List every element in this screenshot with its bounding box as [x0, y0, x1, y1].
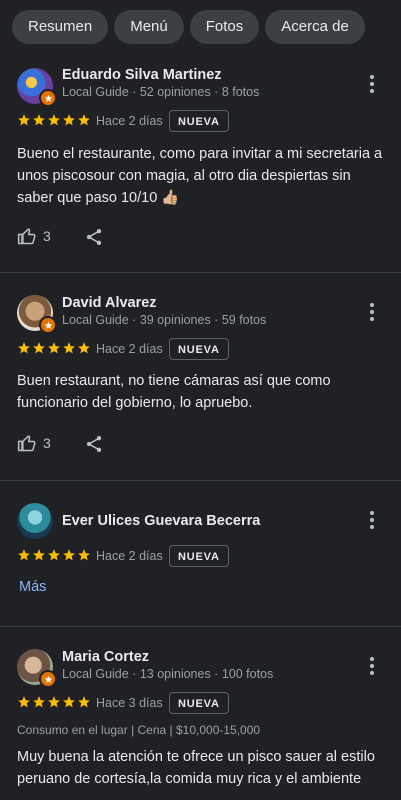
- new-badge: NUEVA: [169, 692, 229, 714]
- star-icon: [78, 696, 90, 708]
- reviewer-meta: Local Guide · 13 opiniones · 100 fotos: [62, 667, 274, 681]
- star-icon: [18, 696, 30, 708]
- review-date: Hace 3 días: [96, 696, 163, 710]
- reviewer-name[interactable]: Maria Cortez: [62, 649, 149, 665]
- local-guide-badge-icon: [39, 670, 57, 688]
- review-card: Maria Cortez Local Guide · 13 opiniones …: [0, 0, 401, 800]
- more-options-icon[interactable]: [362, 654, 382, 678]
- review-text: Muy buena la atención te ofrece un pisco…: [17, 749, 375, 787]
- star-icon: [63, 696, 75, 708]
- star-icon: [33, 696, 45, 708]
- rating-stars: [17, 695, 91, 709]
- star-icon: [48, 696, 60, 708]
- avatar[interactable]: [17, 649, 57, 688]
- visit-details: Consumo en el lugar | Cena | $10,000-15,…: [17, 723, 261, 737]
